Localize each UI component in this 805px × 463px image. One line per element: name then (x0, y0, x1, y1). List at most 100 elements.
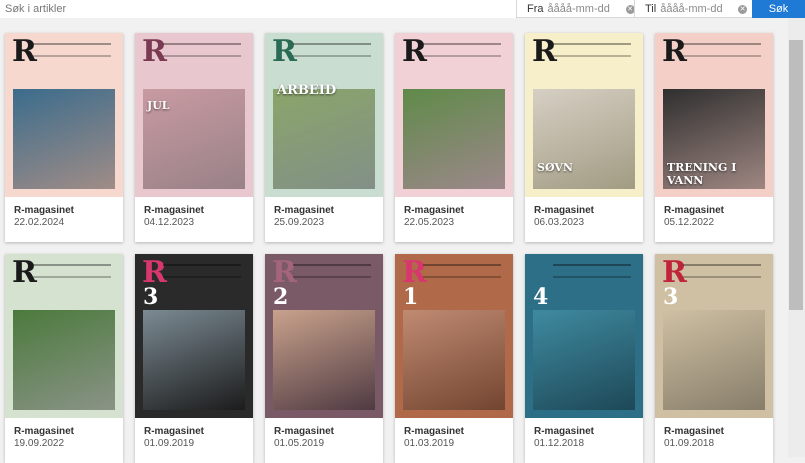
issue-number: 2 (273, 284, 289, 310)
magazine-card[interactable]: R 4 R-magasinet 01.12.2018 (525, 254, 643, 463)
magazine-card[interactable]: R R-magasinet 22.02.2024 (5, 33, 123, 242)
magazine-meta: R-magasinet 05.12.2022 (664, 205, 724, 228)
cover-tagline (423, 264, 501, 278)
issue-number: 1 (403, 284, 419, 310)
magazine-meta: R-magasinet 01.09.2019 (144, 426, 204, 449)
cover-tagline (33, 264, 111, 278)
magazine-date: 01.09.2019 (144, 438, 195, 449)
magazine-date: 22.02.2024 (14, 217, 65, 228)
magazine-card[interactable]: R 3 R-magasinet 01.09.2018 (655, 254, 773, 463)
magazine-date: 05.12.2022 (664, 217, 715, 228)
magazine-card[interactable]: R 3 R-magasinet 01.09.2019 (135, 254, 253, 463)
magazine-card[interactable]: R JUL R-magasinet 04.12.2023 (135, 33, 253, 242)
cover-photo (273, 89, 375, 189)
date-from-label: Fra (527, 3, 544, 15)
magazine-meta: R-magasinet 06.03.2023 (534, 205, 594, 228)
cover-headline: ARBEID (277, 83, 337, 98)
magazine-cover-image[interactable]: R JUL (135, 33, 253, 197)
magazine-date: 22.05.2023 (404, 217, 455, 228)
magazine-cover-image[interactable]: R ARBEID (265, 33, 383, 197)
cover-photo (13, 310, 115, 410)
magazine-title[interactable]: R-magasinet (534, 205, 594, 216)
magazine-title[interactable]: R-magasinet (274, 426, 334, 437)
magazine-title[interactable]: R-magasinet (404, 205, 464, 216)
cover-headline: JUL (147, 99, 170, 112)
magazine-meta: R-magasinet 25.09.2023 (274, 205, 334, 228)
cover-tagline (293, 43, 371, 57)
cover-photo (13, 89, 115, 189)
date-from-field[interactable]: Fra åååå-mm-dd ✕ (516, 0, 643, 18)
magazine-title[interactable]: R-magasinet (144, 205, 204, 216)
magazine-date: 01.09.2018 (664, 438, 715, 449)
magazine-title[interactable]: R-magasinet (404, 426, 464, 437)
magazine-date: 04.12.2023 (144, 217, 195, 228)
magazine-card[interactable]: R 2 R-magasinet 01.05.2019 (265, 254, 383, 463)
cover-photo (143, 310, 245, 410)
magazine-cover-image[interactable]: R2 (265, 254, 383, 418)
date-to-field[interactable]: Til åååå-mm-dd ✕ (634, 0, 755, 18)
search-button[interactable]: Søk (752, 0, 805, 18)
magazine-title[interactable]: R-magasinet (664, 205, 724, 216)
magazine-title[interactable]: R-magasinet (664, 426, 724, 437)
magazine-meta: R-magasinet 01.03.2019 (404, 426, 464, 449)
magazine-date: 06.03.2023 (534, 217, 585, 228)
magazine-card[interactable]: R R-magasinet 22.05.2023 (395, 33, 513, 242)
cover-photo (403, 89, 505, 189)
date-to-input[interactable]: åååå-mm-dd (660, 3, 730, 15)
issue-number: 4 (533, 284, 549, 310)
cover-photo (403, 310, 505, 410)
cover-photo (273, 310, 375, 410)
cover-photo (533, 89, 635, 189)
magazine-meta: R-magasinet 01.09.2018 (664, 426, 724, 449)
magazine-cover-image[interactable]: R (395, 33, 513, 197)
clear-icon[interactable]: ✕ (738, 4, 748, 14)
cover-photo (533, 310, 635, 410)
cover-photo (663, 310, 765, 410)
cover-tagline (553, 264, 631, 278)
magazine-meta: R-magasinet 01.05.2019 (274, 426, 334, 449)
cover-headline: SØVN (537, 161, 573, 174)
magazine-card[interactable]: R 1 R-magasinet 01.03.2019 (395, 254, 513, 463)
cover-tagline (163, 264, 241, 278)
top-search-bar: Fra åååå-mm-dd ✕ Til åååå-mm-dd ✕ Søk (0, 0, 805, 18)
magazine-title[interactable]: R-magasinet (14, 426, 74, 437)
magazine-cover-image[interactable]: R TRENING I VANN (655, 33, 773, 197)
magazine-title[interactable]: R-magasinet (534, 426, 594, 437)
magazine-cover-image[interactable]: R SØVN (525, 33, 643, 197)
magazine-date: 19.09.2022 (14, 438, 65, 449)
scrollbar-thumb[interactable] (789, 40, 803, 310)
magazine-meta: R-magasinet 22.05.2023 (404, 205, 464, 228)
magazine-title[interactable]: R-magasinet (274, 205, 334, 216)
magazine-cover-image[interactable]: R (5, 254, 123, 418)
magazine-date: 01.03.2019 (404, 438, 455, 449)
date-from-input[interactable]: åååå-mm-dd (548, 3, 618, 15)
magazine-meta: R-magasinet 22.02.2024 (14, 205, 74, 228)
cover-tagline (553, 43, 631, 57)
magazine-meta: R-magasinet 01.12.2018 (534, 426, 594, 449)
magazine-cover-image[interactable]: R (5, 33, 123, 197)
magazine-card[interactable]: R TRENING I VANN R-magasinet 05.12.2022 (655, 33, 773, 242)
cover-tagline (683, 264, 761, 278)
magazine-date: 25.09.2023 (274, 217, 325, 228)
magazine-date: 01.05.2019 (274, 438, 325, 449)
magazine-cover-image[interactable]: R3 (135, 254, 253, 418)
magazine-meta: R-magasinet 19.09.2022 (14, 426, 74, 449)
magazine-cover-image[interactable]: R3 (655, 254, 773, 418)
cover-tagline (163, 43, 241, 57)
cover-tagline (423, 43, 501, 57)
magazine-date: 01.12.2018 (534, 438, 585, 449)
date-to-label: Til (645, 3, 657, 15)
magazine-title[interactable]: R-magasinet (14, 205, 74, 216)
issue-number: 3 (143, 284, 159, 310)
magazine-card[interactable]: R ARBEID R-magasinet 25.09.2023 (265, 33, 383, 242)
cover-tagline (293, 264, 371, 278)
search-input[interactable] (0, 0, 516, 18)
magazine-meta: R-magasinet 04.12.2023 (144, 205, 204, 228)
magazine-cover-image[interactable]: R4 (525, 254, 643, 418)
magazine-card[interactable]: R SØVN R-magasinet 06.03.2023 (525, 33, 643, 242)
cover-tagline (33, 43, 111, 57)
magazine-cover-image[interactable]: R1 (395, 254, 513, 418)
issue-number: 3 (663, 284, 679, 310)
magazine-card[interactable]: R R-magasinet 19.09.2022 (5, 254, 123, 463)
magazine-title[interactable]: R-magasinet (144, 426, 204, 437)
